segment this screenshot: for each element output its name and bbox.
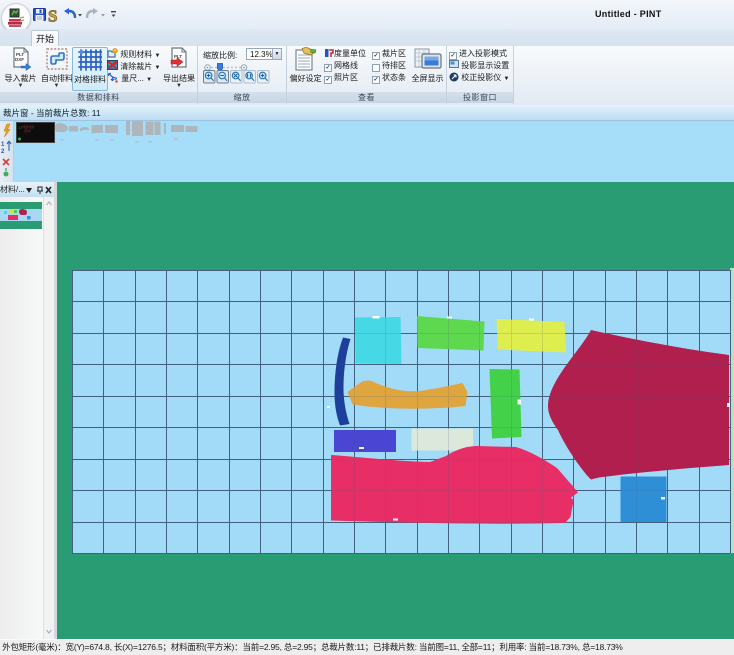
svg-text:S: S <box>48 8 57 26</box>
svg-text:DXF: DXF <box>15 57 24 62</box>
